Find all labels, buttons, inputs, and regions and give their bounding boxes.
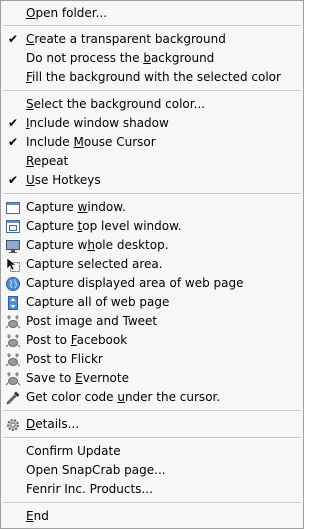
menu-item-post-image-tweet[interactable]: Post image and Tweet — [1, 312, 303, 331]
menu-item-end[interactable]: End — [1, 507, 303, 526]
menu-item-label: Capture displayed area of web page — [26, 276, 244, 290]
menu-item-capture-window[interactable]: Capture window. — [1, 198, 303, 217]
menu-item-confirm-update[interactable]: Confirm Update — [1, 442, 303, 461]
crab-icon — [4, 370, 21, 387]
menu-item-capture-whole-desktop[interactable]: Capture whole desktop. — [1, 236, 303, 255]
check-icon: ✔ — [7, 173, 19, 187]
crab-icon — [4, 313, 21, 330]
menu-separator — [3, 502, 301, 504]
menu-item-label: Confirm Update — [26, 444, 121, 458]
menu-item-label: Include Mouse Cursor — [26, 135, 156, 149]
menu-item-save-evernote[interactable]: Save to Evernote — [1, 369, 303, 388]
menu-item-label: Fill the background with the selected co… — [26, 70, 281, 84]
menu-item-label: Fenrir Inc. Products... — [26, 482, 153, 496]
menu-item-label: End — [26, 509, 49, 523]
menu-item-use-hotkeys[interactable]: ✔ Use Hotkeys — [1, 171, 303, 190]
menu-item-label: Open SnapCrab page... — [26, 463, 166, 477]
menu-separator — [3, 90, 301, 92]
menu-item-label: Capture whole desktop. — [26, 238, 169, 252]
menu-item-capture-displayed-web-page[interactable]: Capture displayed area of web page — [1, 274, 303, 293]
check-icon: ✔ — [7, 116, 19, 130]
globe-icon — [4, 275, 21, 292]
window-icon — [4, 199, 21, 216]
menu-separator — [3, 25, 301, 27]
menu-item-label: Capture selected area. — [26, 257, 163, 271]
check-icon: ✔ — [7, 135, 19, 149]
menu-item-label: Create a transparent background — [26, 32, 226, 46]
menu-item-label: Save to Evernote — [26, 371, 129, 385]
menu-item-label: Post to Facebook — [26, 333, 128, 347]
menu-item-label: Capture window. — [26, 200, 126, 214]
gear-icon — [4, 416, 21, 433]
check-icon: ✔ — [7, 32, 19, 46]
menu-item-label: Post to Flickr — [26, 352, 103, 366]
menu-item-open-snapcrab-page[interactable]: Open SnapCrab page... — [1, 461, 303, 480]
menu-item-label: Use Hotkeys — [26, 173, 101, 187]
menu-item-post-flickr[interactable]: Post to Flickr — [1, 350, 303, 369]
menu-item-label: Include window shadow — [26, 116, 169, 130]
menu-item-label: Get color code under the cursor. — [26, 390, 221, 404]
menu-item-capture-top-level-window[interactable]: Capture top level window. — [1, 217, 303, 236]
menu-item-fenrir-products[interactable]: Fenrir Inc. Products... — [1, 480, 303, 499]
menu-item-post-facebook[interactable]: Post to Facebook — [1, 331, 303, 350]
menu-item-no-process-background[interactable]: Do not process the background — [1, 49, 303, 68]
menu-item-fill-background[interactable]: Fill the background with the selected co… — [1, 68, 303, 87]
menu-item-label: Capture top level window. — [26, 219, 182, 233]
menu-item-get-color-code[interactable]: Get color code under the cursor. — [1, 388, 303, 407]
crab-icon — [4, 351, 21, 368]
menu-item-details[interactable]: Details... — [1, 415, 303, 434]
crab-icon — [4, 332, 21, 349]
menu-item-select-background-color[interactable]: Select the background color... — [1, 95, 303, 114]
menu-separator — [3, 193, 301, 195]
menu-separator — [3, 410, 301, 412]
menu-item-include-mouse-cursor[interactable]: ✔ Include Mouse Cursor — [1, 133, 303, 152]
menu-item-label: Details... — [26, 417, 80, 431]
menu-item-include-window-shadow[interactable]: ✔ Include window shadow — [1, 114, 303, 133]
menu-separator — [3, 437, 301, 439]
desktop-monitor-icon — [4, 237, 21, 254]
top-level-window-icon — [4, 218, 21, 235]
menu-item-label: Capture all of web page — [26, 295, 170, 309]
menu-item-open-folder[interactable]: Open folder... — [1, 4, 303, 23]
menu-item-label: Post image and Tweet — [26, 314, 158, 328]
menu-item-label: Do not process the background — [26, 51, 215, 65]
menu-item-label: Open folder... — [26, 6, 108, 20]
context-menu: Open folder... ✔ Create a transparent ba… — [0, 0, 304, 529]
selection-cursor-icon — [4, 256, 21, 273]
menu-item-transparent-background[interactable]: ✔ Create a transparent background — [1, 30, 303, 49]
menu-item-label: Select the background color... — [26, 97, 206, 111]
menu-item-label: Repeat — [26, 154, 69, 168]
menu-item-capture-selected-area[interactable]: Capture selected area. — [1, 255, 303, 274]
eyedropper-icon — [4, 389, 21, 406]
menu-item-capture-all-web-page[interactable]: Capture all of web page — [1, 293, 303, 312]
menu-item-repeat[interactable]: Repeat — [1, 152, 303, 171]
web-page-arrows-icon — [4, 294, 21, 311]
